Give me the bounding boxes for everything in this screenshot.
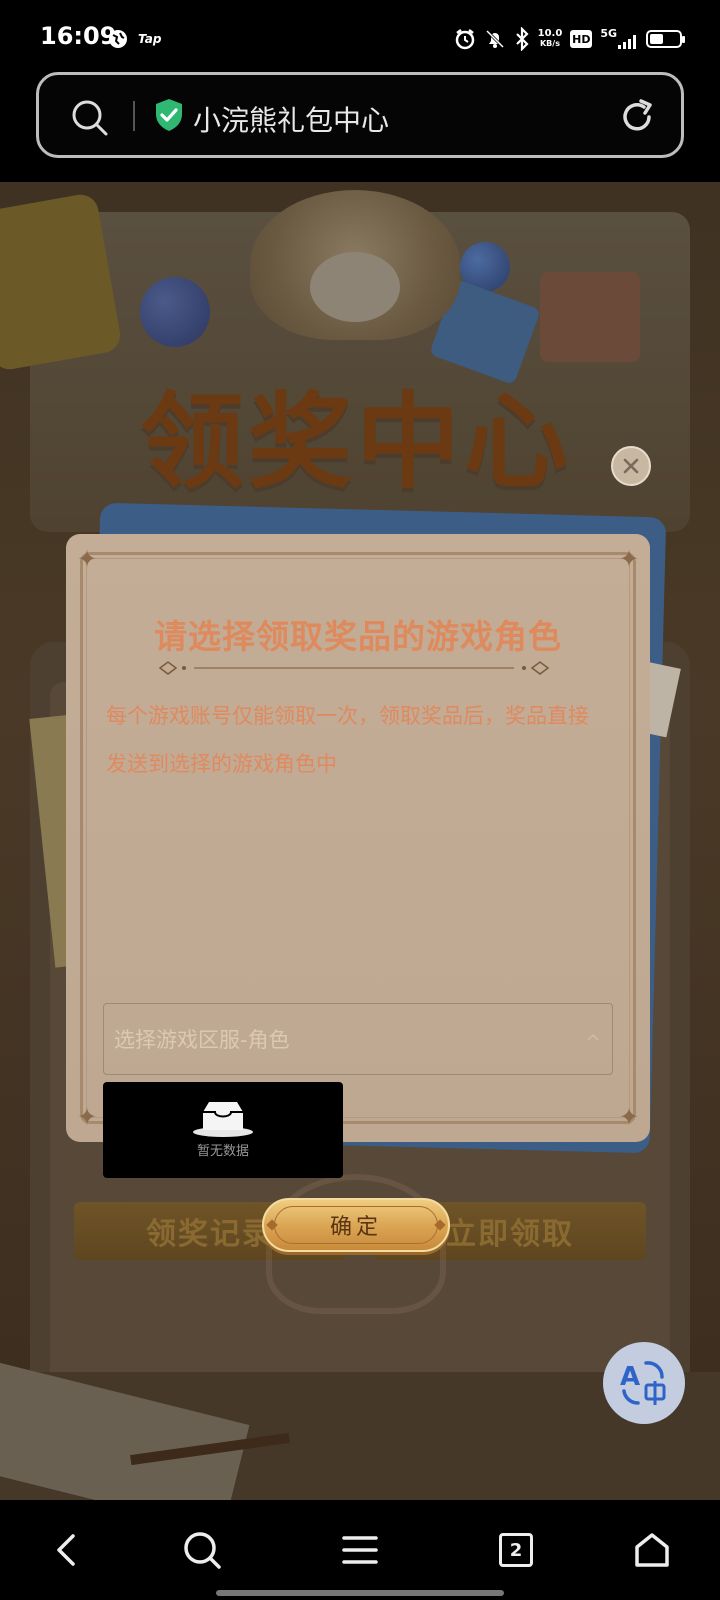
modal-title: 请选择领取奖品的游戏角色	[154, 617, 562, 656]
web-content: 领奖中心 领奖记录 立即领取 ✦ ✦ ✦ ✦ 请选择领取奖品的游戏角色 每个游戏…	[0, 182, 720, 1500]
banner-headline: 领奖中心	[140, 380, 573, 503]
menu-button[interactable]	[330, 1520, 390, 1580]
role-select-modal: ✦ ✦ ✦ ✦ 请选择领取奖品的游戏角色 每个游戏账号仅能领取一次，领取奖品后，…	[66, 534, 650, 1314]
tabs-button[interactable]: 2	[486, 1520, 546, 1580]
orb-decoration	[140, 277, 210, 347]
corner-ornament: ✦	[76, 1103, 98, 1131]
raccoon-mascot-face	[310, 252, 400, 322]
alarm-icon	[455, 29, 474, 50]
confirm-label: 确定	[329, 1215, 382, 1240]
nav-search-button[interactable]	[172, 1520, 232, 1580]
net-speed-value: 10.0	[537, 28, 563, 39]
search-icon	[184, 1532, 221, 1569]
corner-ornament: ✦	[76, 545, 98, 573]
translate-button[interactable]: A	[603, 1342, 685, 1424]
menu-icon	[342, 1536, 378, 1564]
status-indicators: 10.0 KB/s HD 5G	[454, 26, 685, 52]
status-time: 16:09	[40, 22, 117, 50]
select-placeholder: 选择游戏区服-角色	[114, 1028, 290, 1052]
page-title[interactable]: 小浣熊礼包中心	[193, 99, 389, 139]
home-icon	[635, 1533, 669, 1567]
translate-icon: A	[620, 1361, 666, 1405]
hd-badge: HD	[570, 30, 593, 48]
confirm-button[interactable]: 确定	[262, 1198, 450, 1252]
empty-data-text: 暂无数据	[196, 1144, 249, 1159]
select-dropdown: 暂无数据	[103, 1082, 343, 1178]
mute-bell-icon	[485, 29, 504, 49]
net-speed-unit: KB/s	[539, 39, 560, 48]
close-button[interactable]	[611, 446, 651, 486]
tap-app-icon: Tap	[138, 32, 162, 46]
search-icon[interactable]	[71, 99, 109, 137]
battery-icon	[646, 30, 685, 48]
gift-decoration	[540, 272, 640, 362]
back-icon	[57, 1534, 75, 1566]
battery-level	[650, 34, 663, 44]
empty-box-icon	[193, 1102, 253, 1137]
close-icon	[623, 458, 639, 474]
svg-text:A: A	[620, 1362, 640, 1392]
reload-icon[interactable]	[617, 97, 657, 137]
browser-bottom-nav: 2	[0, 1500, 720, 1600]
home-button[interactable]	[622, 1520, 682, 1580]
address-bar[interactable]: 小浣熊礼包中心	[36, 72, 684, 158]
title-divider-ornament	[158, 661, 550, 675]
corner-ornament: ✦	[618, 545, 640, 573]
signal-label: 5G	[600, 27, 617, 40]
modal-description: 每个游戏账号仅能领取一次，领取奖品后，奖品直接 发送到选择的游戏角色中	[106, 704, 589, 776]
home-indicator[interactable]	[216, 1590, 504, 1596]
bluetooth-icon	[515, 27, 529, 51]
server-role-select[interactable]: 选择游戏区服-角色	[103, 1003, 613, 1075]
browser-globe-icon	[109, 30, 127, 48]
status-bar: 16:09 Tap 10.0 KB/s HD 5G	[0, 0, 720, 70]
tabs-count: 2	[499, 1533, 533, 1567]
signal-indicator: 5G	[600, 27, 638, 49]
net-speed: 10.0 KB/s	[538, 29, 563, 49]
corner-ornament: ✦	[618, 1103, 640, 1131]
signal-bars-icon	[618, 35, 636, 49]
chevron-up-icon	[587, 1033, 599, 1041]
secure-shield-icon	[156, 99, 182, 131]
address-divider	[133, 101, 135, 131]
back-button[interactable]	[36, 1520, 96, 1580]
